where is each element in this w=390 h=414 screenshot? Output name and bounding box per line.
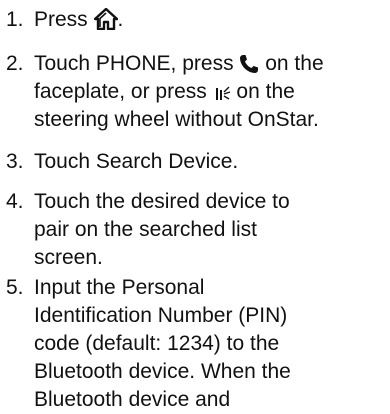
step-number: 4. <box>6 190 24 213</box>
step-line: code (default: 1234) to the <box>34 332 280 355</box>
step-text-segment: Press <box>34 8 94 31</box>
home-icon <box>93 8 118 30</box>
step-text: Press . <box>34 6 386 34</box>
step-text-segment: on the <box>259 52 324 75</box>
step-line: Input the Personal <box>34 276 205 299</box>
step-line: Touch PHONE, press on the <box>34 50 386 78</box>
voice-call-icon <box>213 84 231 102</box>
step-number: 3. <box>6 150 24 173</box>
step-text-segment: . <box>117 8 124 31</box>
step-line: Press . <box>34 6 386 34</box>
step-line: Touch Search Device. <box>34 150 239 173</box>
step-text-segment: faceplate, or press <box>34 80 213 103</box>
step-line: Touch the desired device to <box>34 190 290 213</box>
step-text-segment: Touch PHONE, press <box>34 52 240 75</box>
step-text-segment: on the <box>230 80 295 103</box>
step-text: Touch PHONE, press on the faceplate, or … <box>34 50 386 134</box>
step-number: 5. <box>6 276 24 299</box>
step-line: Bluetooth device and <box>34 388 231 411</box>
step-number: 1. <box>6 8 24 31</box>
step-line: Identification Number (PIN) <box>34 304 288 327</box>
step-line: faceplate, or press on the <box>34 78 386 106</box>
step-line: pair on the searched list <box>34 218 257 241</box>
step-line: screen. <box>34 246 103 269</box>
step-text: Input the Personal Identification Number… <box>34 274 386 414</box>
step-line: steering wheel without OnStar. <box>34 108 319 131</box>
step-text: Touch Search Device. <box>34 148 386 176</box>
phone-handset-icon <box>239 54 259 74</box>
step-text: Touch the desired device to pair on the … <box>34 188 386 272</box>
step-number: 2. <box>6 52 24 75</box>
step-line: Bluetooth device. When the <box>34 360 291 383</box>
